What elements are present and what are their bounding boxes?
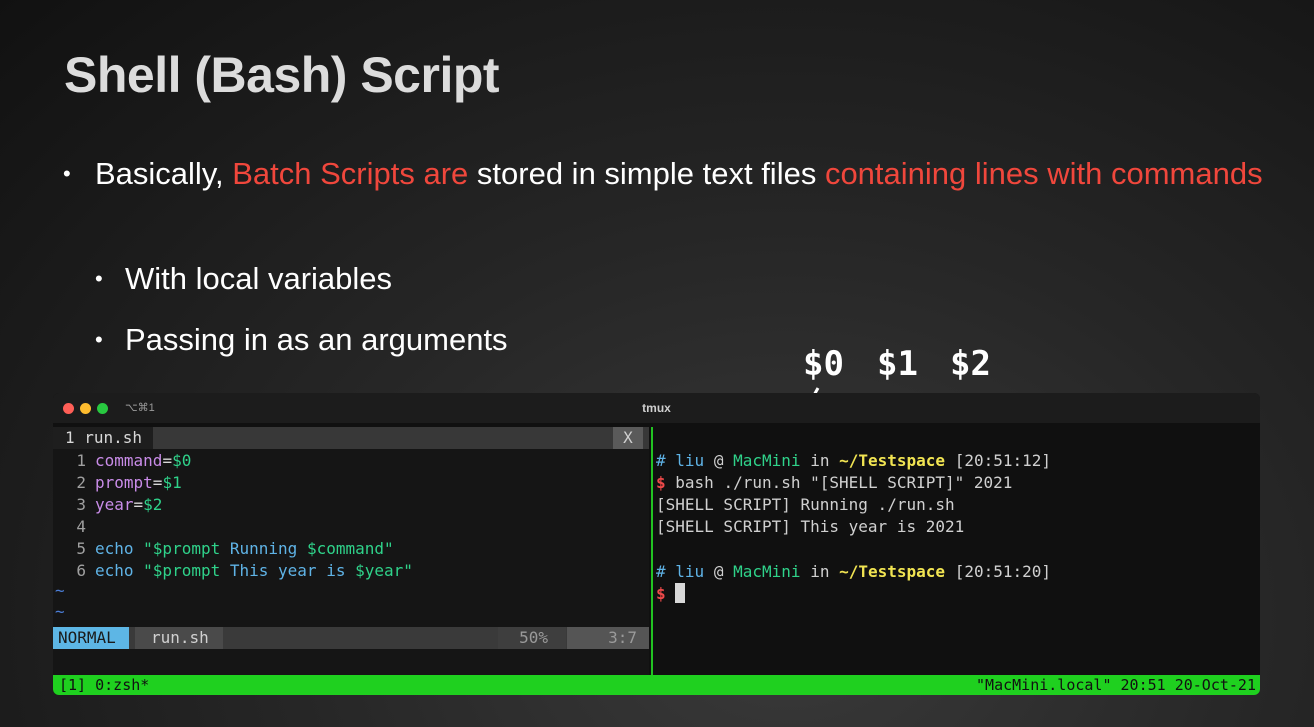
input-line[interactable]: $ <box>656 583 686 605</box>
window-titlebar: ⌥⌘1 tmux <box>53 393 1260 423</box>
slide-title: Shell (Bash) Script <box>64 47 500 103</box>
vim-statusline: NORMAL run.sh 50% 3:7 <box>53 627 649 649</box>
bullet-dot: • <box>63 161 71 186</box>
pane-divider[interactable] <box>651 427 653 675</box>
output-line-1: [SHELL SCRIPT] Running ./run.sh <box>656 495 955 514</box>
code-line-3: 3 year=$2 <box>76 495 163 514</box>
code-line-1: 1 command=$0 <box>76 451 192 470</box>
bullet-dot: • <box>95 266 103 291</box>
arg-label-2: $2 <box>950 344 991 384</box>
empty-line-marker: ~ <box>55 602 65 621</box>
empty-line-marker: ~ <box>55 581 65 600</box>
window-title: tmux <box>642 401 671 415</box>
bullet1-highlight-1: Batch Scripts are <box>232 156 469 191</box>
vim-tabline: 1 run.sh X <box>53 427 649 449</box>
shell-pane[interactable]: # liu @ MacMini in ~/Testspace [20:51:12… <box>656 427 1260 675</box>
bullet3-text: Passing in as an arguments <box>125 322 508 357</box>
bullet1-text-1: Basically, <box>95 156 233 191</box>
vim-pane[interactable]: 1 run.sh X 1 command=$0 2 prompt=$1 3 year=… <box>53 427 649 675</box>
vim-filename: run.sh <box>135 627 223 649</box>
tab-close-button[interactable]: X <box>613 427 643 449</box>
arg-label-1: $1 <box>877 344 918 384</box>
vim-scroll-percent: 50% <box>498 627 566 649</box>
code-line-6: 6 echo "$prompt This year is $year" <box>76 561 413 580</box>
bullet1-highlight-2: containing lines with commands <box>824 156 1263 191</box>
vim-cursor-position: 3:7 <box>567 627 649 649</box>
prompt-line-2: # liu @ MacMini in ~/Testspace [20:51:20… <box>656 562 1052 581</box>
bullet-arguments: • Passing in as an arguments <box>95 318 508 362</box>
bullet-local-variables: • With local variables <box>95 257 393 301</box>
terminal-window: ⌥⌘1 tmux 1 run.sh X 1 command=$0 2 prompt=… <box>53 393 1260 695</box>
bullet-dot: • <box>95 327 103 352</box>
bullet2-text: With local variables <box>125 261 393 296</box>
tmux-statusbar: [1] 0:zsh* "MacMini.local" 20:51 20-Oct-… <box>53 675 1260 695</box>
prompt-line-1: # liu @ MacMini in ~/Testspace [20:51:12… <box>656 451 1052 470</box>
code-line-2: 2 prompt=$1 <box>76 473 182 492</box>
text-cursor <box>675 583 686 603</box>
code-line-4: 4 <box>76 517 86 536</box>
vim-mode: NORMAL <box>53 627 129 649</box>
bullet-batch-scripts: • Basically, Batch Scripts are stored in… <box>63 152 1275 196</box>
bullet1-text-2: stored in simple text files <box>468 156 825 191</box>
command-line: $ bash ./run.sh "[SHELL SCRIPT]" 2021 <box>656 473 1013 492</box>
output-line-2: [SHELL SCRIPT] This year is 2021 <box>656 517 965 536</box>
tmux-window-list[interactable]: [1] 0:zsh* <box>59 675 149 695</box>
tmux-host-time: "MacMini.local" 20:51 20-Oct-21 <box>976 676 1256 694</box>
tab-run-sh[interactable]: 1 run.sh <box>53 427 153 449</box>
arg-label-0: $0 <box>803 344 844 384</box>
code-line-5: 5 echo "$prompt Running $command" <box>76 539 394 558</box>
